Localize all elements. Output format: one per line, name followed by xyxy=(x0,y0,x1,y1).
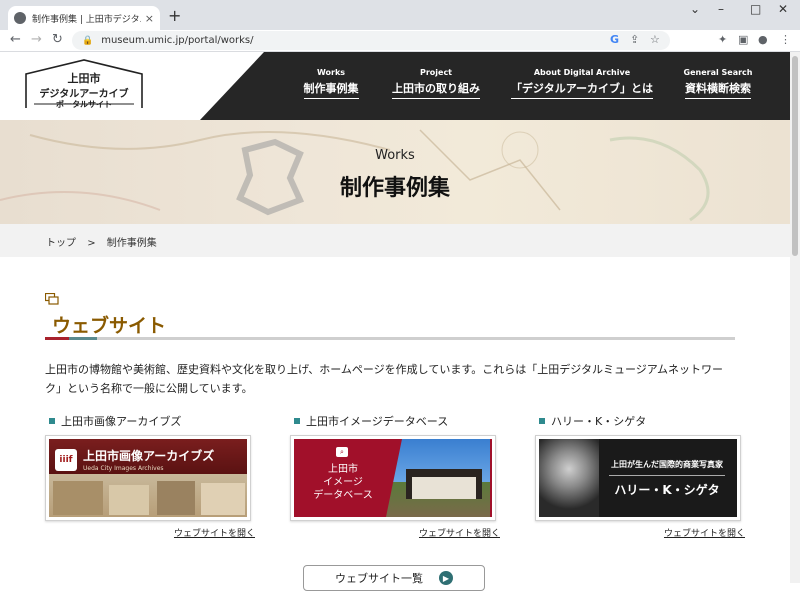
hero-banner: Works 制作事例集 xyxy=(0,120,790,224)
card-banner-subtext: ハリー・K・シゲタ xyxy=(614,483,720,497)
browser-tab[interactable]: 制作事例集 | 上田市デジタルアーカ × xyxy=(8,6,160,30)
new-tab-button[interactable]: + xyxy=(168,6,181,25)
breadcrumb-separator: > xyxy=(87,238,96,249)
scrollbar-thumb[interactable] xyxy=(792,56,798,256)
profile-icon[interactable]: ● xyxy=(758,33,768,46)
site-logo[interactable]: 上田市 デジタルアーカイブ ポータルサイト xyxy=(22,58,146,114)
minimize-button[interactable]: – xyxy=(718,2,724,16)
card-banner-subtext: Ueda City Images Archives xyxy=(83,465,164,472)
close-window-button[interactable]: ✕ xyxy=(778,2,788,16)
website-card: 上田市イメージデータベース ⌕ 上田市 イメージ データベース ウェブサイトを開… xyxy=(290,413,500,539)
nav-project[interactable]: Project 上田市の取り組み xyxy=(388,68,484,99)
website-card: 上田市画像アーカイブズ iiif 上田市画像アーカイブズ Ueda City I… xyxy=(45,413,255,539)
logo-line1: 上田市 xyxy=(67,72,101,85)
tab-title: 制作事例集 | 上田市デジタルアーカ xyxy=(32,14,141,25)
card-title: ハリー・K・シゲタ xyxy=(551,415,647,428)
bullet-square-icon xyxy=(539,418,545,424)
hero-title-en: Works xyxy=(375,148,415,163)
nav-project-en: Project xyxy=(419,68,453,77)
card-thumbnail[interactable]: 上田が生んだ国際的商業写真家 ハリー・K・シゲタ xyxy=(535,435,741,521)
star-icon[interactable]: ☆ xyxy=(650,33,660,46)
nav-works[interactable]: Works 制作事例集 xyxy=(300,68,362,99)
section-windows-icon xyxy=(45,293,59,305)
open-website-link[interactable]: ウェブサイトを開く xyxy=(45,526,255,539)
nav-works-ja: 制作事例集 xyxy=(303,80,359,99)
menu-icon[interactable]: ⋮ xyxy=(780,33,791,46)
nav-about[interactable]: About Digital Archive 「デジタルアーカイブ」とは xyxy=(506,68,658,99)
card-banner-text: 上田市画像アーカイブズ xyxy=(83,449,215,463)
search-icon: ⌕ xyxy=(336,447,348,457)
back-button[interactable]: ← xyxy=(10,32,21,47)
nav-about-en: About Digital Archive xyxy=(533,68,631,77)
website-card: ハリー・K・シゲタ 上田が生んだ国際的商業写真家 ハリー・K・シゲタ ウェブサイ… xyxy=(535,413,745,539)
address-bar[interactable]: 🔒 museum.umic.jp/portal/works/ xyxy=(72,31,670,50)
card-thumbnail[interactable]: iiif 上田市画像アーカイブズ Ueda City Images Archiv… xyxy=(45,435,251,521)
iiif-logo-icon: iiif xyxy=(55,449,77,471)
nav-works-en: Works xyxy=(316,68,346,77)
nav-about-ja: 「デジタルアーカイブ」とは xyxy=(510,80,654,99)
tab-close-icon[interactable]: × xyxy=(145,12,154,25)
globe-icon xyxy=(14,12,26,24)
nav-project-ja: 上田市の取り組み xyxy=(392,80,480,99)
card-title: 上田市画像アーカイブズ xyxy=(61,415,182,428)
maximize-button[interactable]: □ xyxy=(750,2,761,16)
breadcrumb: トップ > 制作事例集 xyxy=(0,224,790,257)
nav-search-en: General Search xyxy=(683,68,753,77)
section-title: ウェブサイト xyxy=(52,315,167,337)
section-divider xyxy=(45,337,735,340)
bullet-square-icon xyxy=(49,418,55,424)
reload-button[interactable]: ↻ xyxy=(52,32,63,47)
bullet-square-icon xyxy=(294,418,300,424)
logo-line3: ポータルサイト xyxy=(56,100,112,109)
sidepanel-icon[interactable]: ▣ xyxy=(738,33,748,46)
open-website-link[interactable]: ウェブサイトを開く xyxy=(535,526,745,539)
logo-line2: デジタルアーカイブ xyxy=(39,89,129,100)
open-website-link[interactable]: ウェブサイトを開く xyxy=(290,526,500,539)
lock-icon: 🔒 xyxy=(82,35,94,46)
website-list-label: ウェブサイト一覧 xyxy=(335,572,423,585)
url-text: museum.umic.jp/portal/works/ xyxy=(101,35,254,46)
card-title: 上田市イメージデータベース xyxy=(306,415,449,428)
portrait-photo xyxy=(539,439,599,517)
section-description: 上田市の博物館や美術館、歴史資料や文化を取り上げ、ホームページを作成しています。… xyxy=(45,363,724,395)
forward-button[interactable]: → xyxy=(31,32,42,47)
share-icon[interactable]: ⇪ xyxy=(630,33,639,46)
browser-toolbar: ← → ↻ 🔒 museum.umic.jp/portal/works/ G ⇪… xyxy=(0,30,800,52)
website-list-button[interactable]: ウェブサイト一覧 ▶ xyxy=(303,565,485,591)
nav-search-ja: 資料横断検索 xyxy=(685,80,751,99)
card-banner-text: 上田市 イメージ データベース xyxy=(313,464,373,501)
nav-search[interactable]: General Search 資料横断検索 xyxy=(680,68,756,99)
google-icon[interactable]: G xyxy=(610,33,619,46)
hero-title-ja: 制作事例集 xyxy=(339,176,450,201)
card-thumbnail[interactable]: ⌕ 上田市 イメージ データベース xyxy=(290,435,496,521)
browser-tab-bar: 制作事例集 | 上田市デジタルアーカ × + ⌄ – □ ✕ xyxy=(0,0,800,30)
extensions-icon[interactable]: ✦ xyxy=(718,33,727,46)
breadcrumb-home[interactable]: トップ xyxy=(46,238,76,249)
chevron-down-icon[interactable]: ⌄ xyxy=(690,2,700,16)
card-banner-text: 上田が生んだ国際的商業写真家 xyxy=(611,460,723,469)
site-header: 上田市 デジタルアーカイブ ポータルサイト Works 制作事例集 Projec… xyxy=(0,52,790,120)
page-scrollbar[interactable] xyxy=(790,52,800,583)
breadcrumb-current: 制作事例集 xyxy=(106,238,157,249)
